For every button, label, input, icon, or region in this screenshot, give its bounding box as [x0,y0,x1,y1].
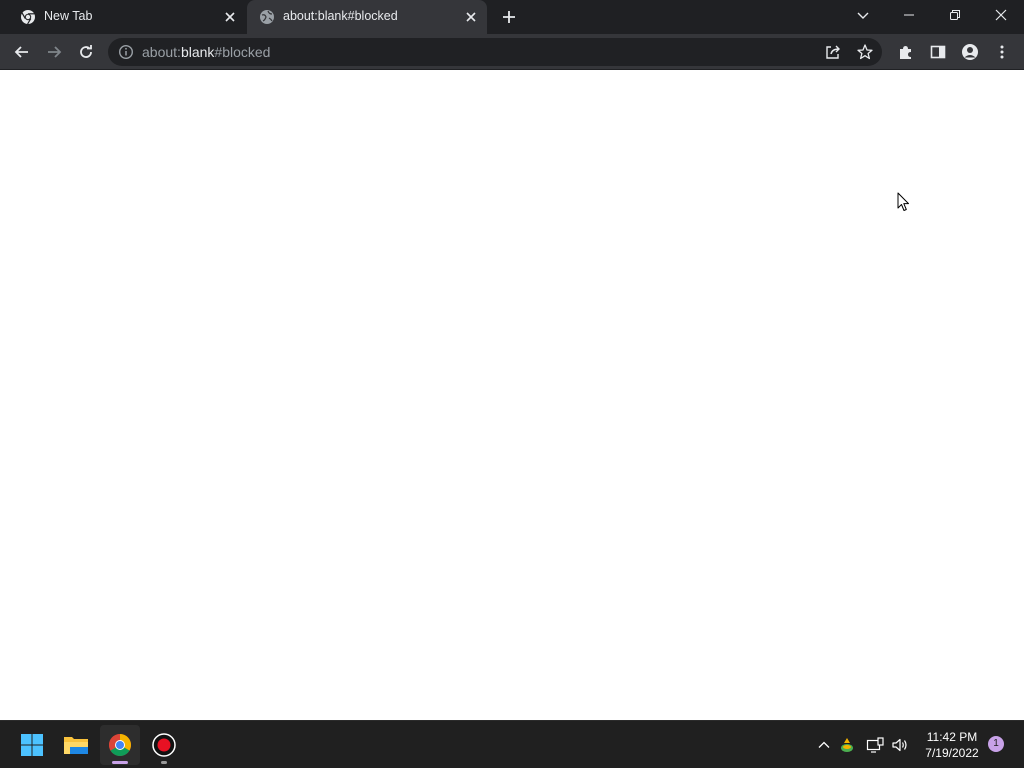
close-icon[interactable] [463,9,479,25]
volume-button[interactable] [891,736,909,754]
tray-app-button[interactable] [838,736,856,754]
minimize-icon [904,14,914,16]
clock-time: 11:42 PM [926,730,978,744]
chevron-up-icon [818,741,830,748]
arrow-left-icon [14,46,28,58]
screen-recorder-icon [152,733,176,757]
address-bar[interactable]: about:blank#blocked [108,38,882,66]
menu-button[interactable] [992,42,1012,62]
speaker-icon [892,738,907,752]
network-icon [866,737,884,753]
back-button[interactable] [12,42,32,62]
avatar-icon [962,44,978,60]
side-panel-icon [930,45,946,59]
globe-icon [260,10,274,24]
tab-search-button[interactable] [855,7,871,23]
close-window-button[interactable] [978,0,1024,30]
restore-icon [950,10,960,20]
side-panel-button[interactable] [928,42,948,62]
page-content [0,71,1024,720]
puzzle-icon [900,46,911,59]
system-clock[interactable]: 11:42 PM 7/19/2022 [918,729,986,761]
taskbar-file-explorer[interactable] [56,725,96,765]
restore-button[interactable] [932,0,978,30]
tray-overflow-button[interactable] [815,736,833,754]
tab-new-tab[interactable]: New Tab [8,0,246,34]
close-icon [995,9,1007,21]
running-indicator [112,761,128,764]
kebab-menu-icon [1000,45,1004,59]
url-text[interactable]: about:blank#blocked [142,44,270,60]
extensions-button[interactable] [896,42,916,62]
forward-button[interactable] [44,42,64,62]
url-scheme: about: [142,44,181,60]
network-button[interactable] [866,736,884,754]
profile-button[interactable] [960,42,980,62]
chrome-icon [109,734,131,756]
clock-date: 7/19/2022 [925,746,979,760]
url-fragment: #blocked [214,44,271,60]
start-button[interactable] [12,725,52,765]
windows-start-icon [21,734,43,756]
taskbar: 11:42 PM 7/19/2022 [0,720,1024,768]
notification-badge[interactable]: 1 [988,736,1004,752]
reload-icon [80,45,92,58]
tab-title: about:blank#blocked [283,9,398,23]
tab-about-blank[interactable]: about:blank#blocked [247,0,487,34]
close-icon[interactable] [222,9,238,25]
arrow-right-icon [48,46,62,58]
file-explorer-icon [64,737,88,754]
taskbar-chrome[interactable] [100,725,140,765]
url-host: blank [180,44,215,60]
share-icon[interactable] [824,43,842,61]
chrome-icon [21,10,35,25]
tab-strip: New Tab about:blank#blocked [0,0,1024,34]
tray-app-icon [841,738,853,752]
running-indicator [161,761,167,764]
tab-title: New Tab [44,9,93,23]
info-icon[interactable] [118,44,134,60]
star-icon[interactable] [856,43,874,61]
mouse-cursor-icon [897,192,909,211]
reload-button[interactable] [76,42,96,62]
taskbar-screen-recorder[interactable] [144,725,184,765]
minimize-button[interactable] [886,0,932,30]
new-tab-button[interactable] [500,8,518,26]
